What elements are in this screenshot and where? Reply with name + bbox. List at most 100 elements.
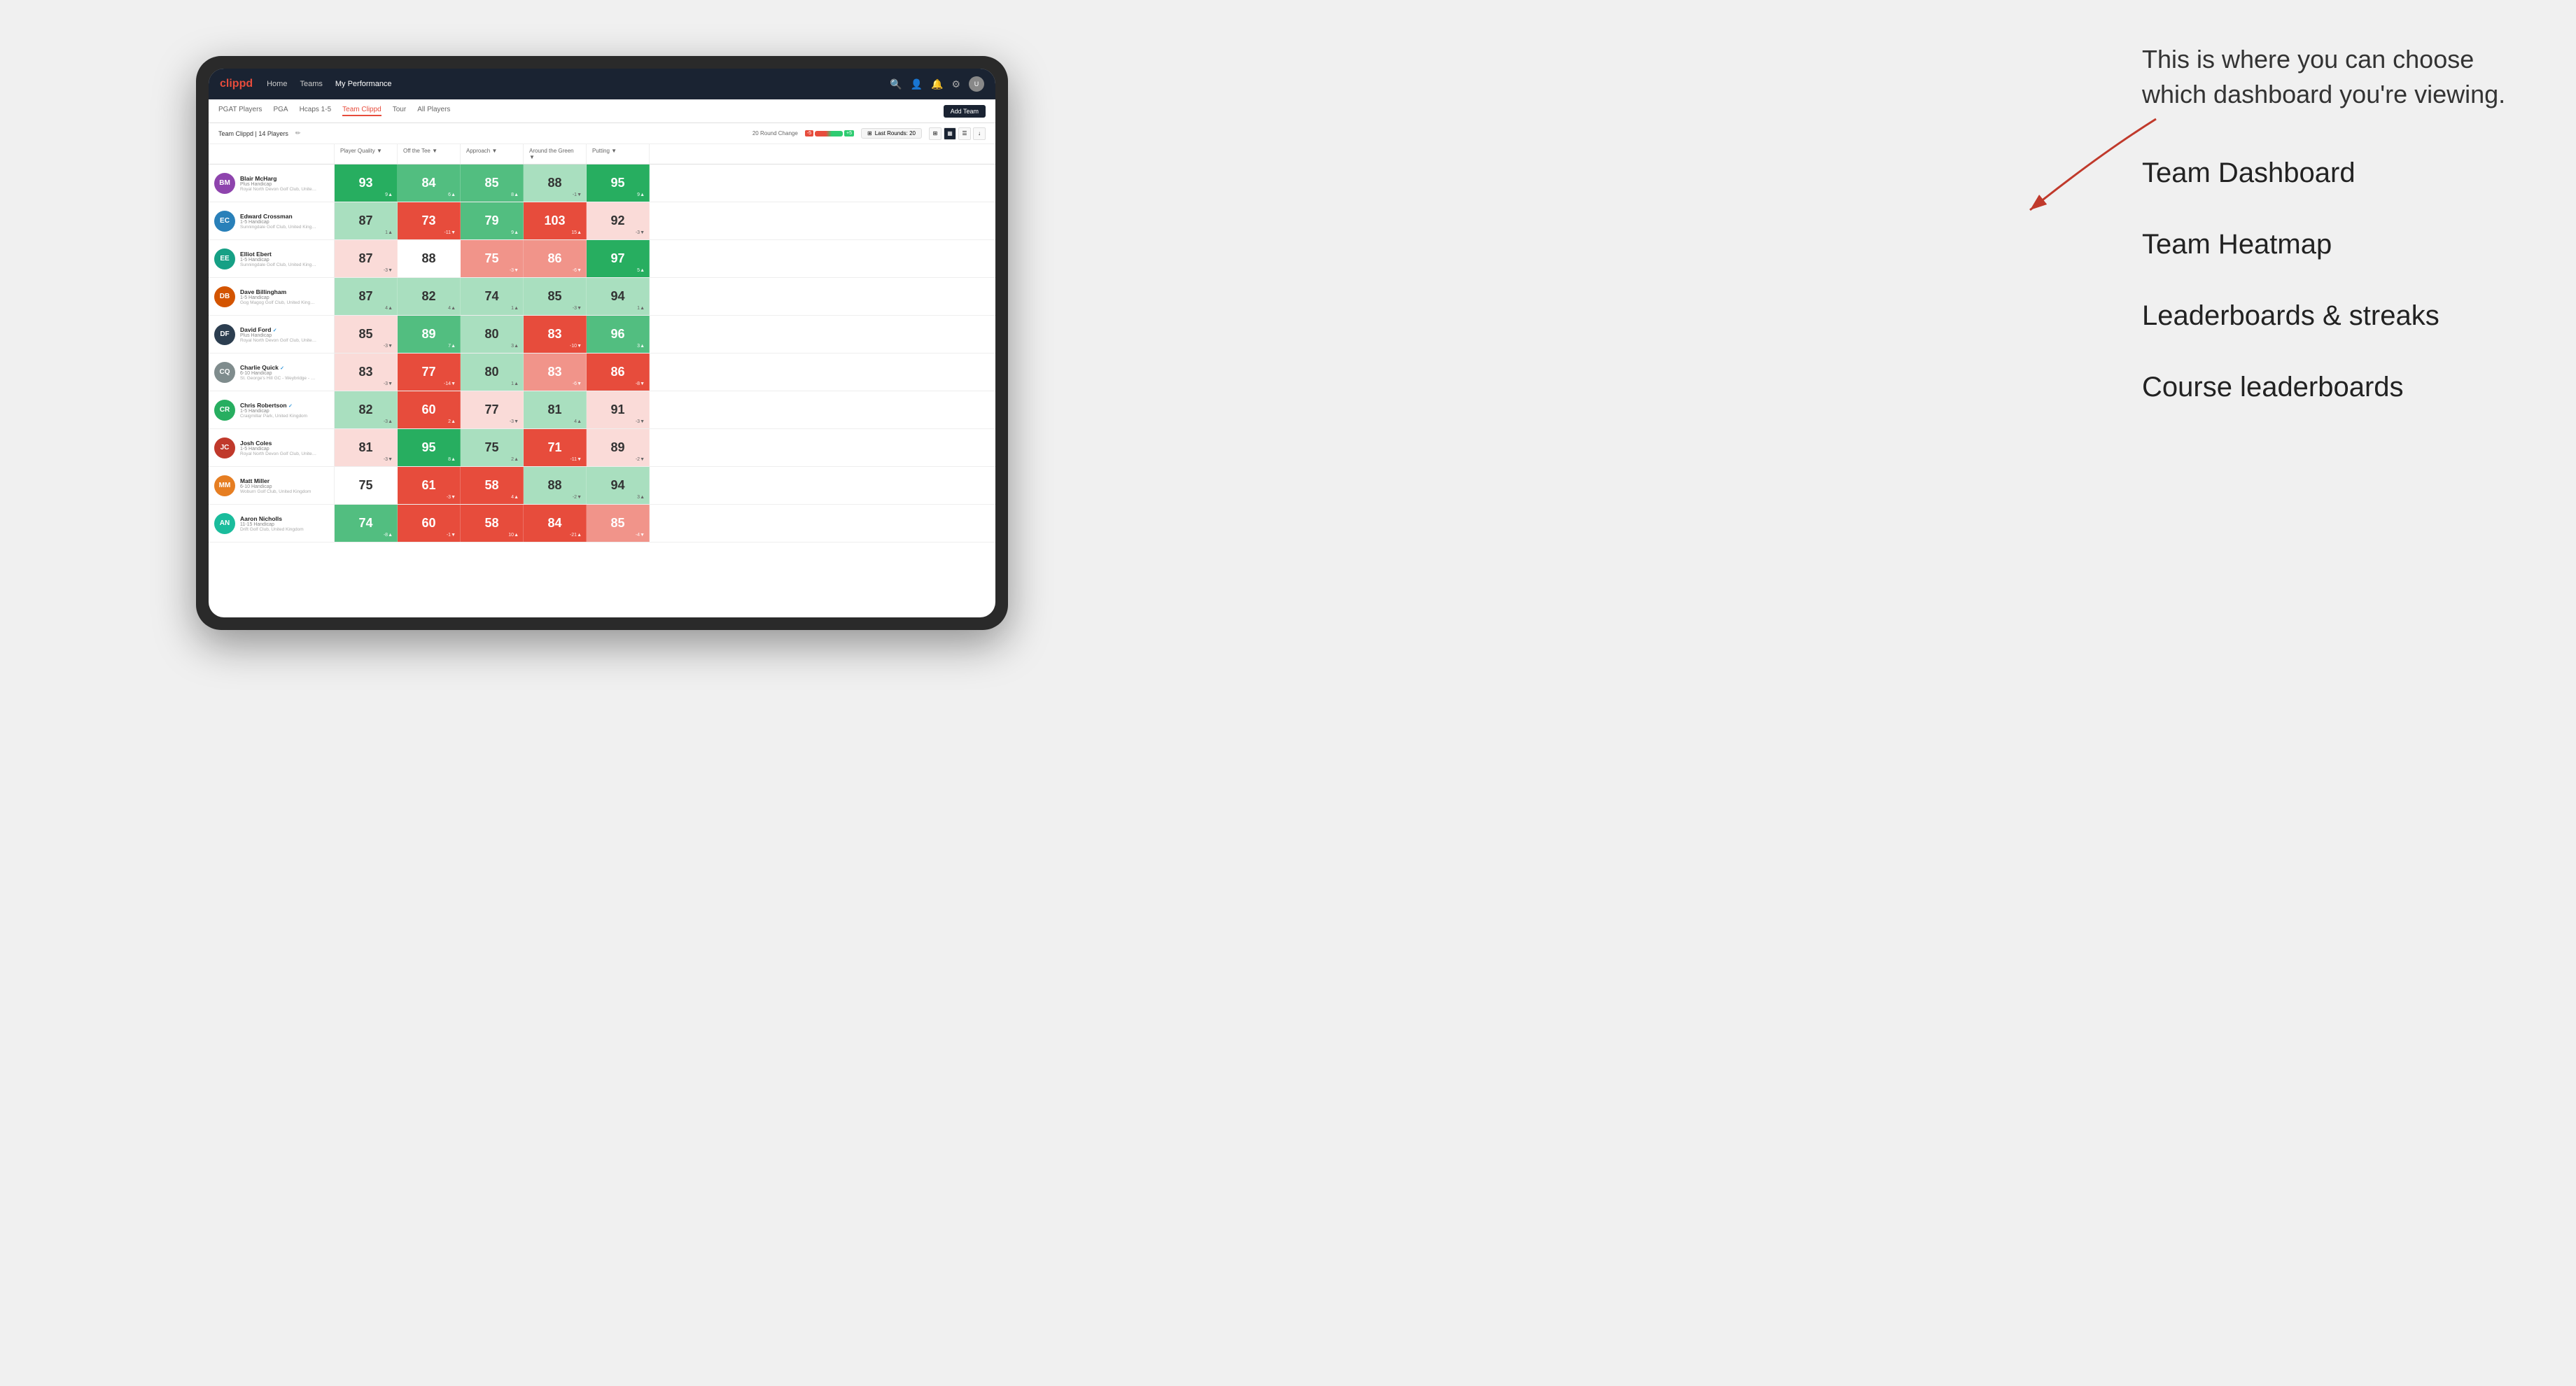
player-rows: BM Blair McHarg Plus Handicap Royal Nort…	[209, 164, 995, 542]
player-avatar-2: EE	[214, 248, 235, 270]
stat-value-6-1: 60	[421, 402, 435, 417]
stat-value-9-0: 74	[358, 516, 372, 531]
th-approach[interactable]: Approach ▼	[461, 144, 524, 164]
player-hcap-2: 1-5 Handicap	[240, 258, 317, 262]
stat-value-2-3: 86	[547, 251, 561, 266]
th-green[interactable]: Around the Green ▼	[524, 144, 587, 164]
stat-change-6-0: -3▲	[384, 419, 393, 424]
stat-cell-7-3: 71 -11▼	[524, 429, 587, 466]
stat-change-2-2: -3▼	[510, 268, 519, 273]
player-info-0[interactable]: BM Blair McHarg Plus Handicap Royal Nort…	[209, 164, 335, 202]
stat-cell-9-0: 74 -8▲	[335, 505, 398, 542]
player-info-8[interactable]: MM Matt Miller 6-10 Handicap Woburn Golf…	[209, 467, 335, 504]
grid-view-button[interactable]: ⊞	[929, 127, 941, 140]
stat-change-4-4: 3▲	[637, 344, 645, 349]
bell-icon[interactable]: 🔔	[931, 78, 943, 90]
download-button[interactable]: ↓	[973, 127, 986, 140]
stat-change-4-0: -3▼	[384, 344, 393, 349]
tablet-screen: clippd Home Teams My Performance 🔍 👤 🔔 ⚙…	[209, 69, 995, 617]
sub-header: Team Clippd | 14 Players ✏ 20 Round Chan…	[209, 123, 995, 144]
stat-value-4-4: 96	[610, 327, 624, 342]
player-club-9: Drift Golf Club, United Kingdom	[240, 527, 304, 532]
th-putting[interactable]: Putting ▼	[587, 144, 650, 164]
th-tee[interactable]: Off the Tee ▼	[398, 144, 461, 164]
nav-logo: clippd	[220, 78, 253, 90]
player-name-5: Charlie Quick ✓	[240, 364, 317, 371]
table-row: EC Edward Crossman 1-5 Handicap Sunningd…	[209, 202, 995, 240]
stat-change-9-1: -1▼	[447, 533, 456, 538]
stat-cell-3-1: 82 4▲	[398, 278, 461, 315]
user-icon[interactable]: 👤	[911, 78, 923, 90]
player-info-3[interactable]: DB Dave Billingham 1-5 Handicap Gog Mago…	[209, 278, 335, 315]
player-name-9: Aaron Nicholls	[240, 515, 304, 522]
tab-hcaps[interactable]: Hcaps 1-5	[300, 106, 332, 116]
stat-cell-7-1: 95 8▲	[398, 429, 461, 466]
player-avatar-6: CR	[214, 400, 235, 421]
nav-link-teams[interactable]: Teams	[300, 80, 322, 88]
stat-value-8-0: 75	[358, 478, 372, 493]
list-view-button[interactable]: ☰	[958, 127, 971, 140]
player-details-8: Matt Miller 6-10 Handicap Woburn Golf Cl…	[240, 477, 311, 494]
player-hcap-5: 6-10 Handicap	[240, 371, 317, 376]
stat-value-3-3: 85	[547, 289, 561, 304]
nav-bar: clippd Home Teams My Performance 🔍 👤 🔔 ⚙…	[209, 69, 995, 99]
nav-link-home[interactable]: Home	[267, 80, 287, 88]
stat-cell-9-4: 85 -4▼	[587, 505, 650, 542]
stat-change-1-2: 9▲	[511, 230, 519, 235]
player-info-4[interactable]: DF David Ford ✓ Plus Handicap Royal Nort…	[209, 316, 335, 353]
player-club-4: Royal North Devon Golf Club, United King…	[240, 338, 317, 343]
player-info-5[interactable]: CQ Charlie Quick ✓ 6-10 Handicap St. Geo…	[209, 354, 335, 391]
th-quality[interactable]: Player Quality ▼	[335, 144, 398, 164]
tab-teamclippd[interactable]: Team Clippd	[342, 106, 382, 116]
player-club-6: Craigmillar Park, United Kingdom	[240, 414, 307, 419]
tab-allplayers[interactable]: All Players	[417, 106, 450, 116]
stat-change-9-4: -4▼	[636, 533, 645, 538]
player-avatar-8: MM	[214, 475, 235, 496]
stat-cell-6-2: 77 -3▼	[461, 391, 524, 428]
stat-value-0-1: 84	[421, 176, 435, 190]
view-icons: ⊞ ▦ ☰ ↓	[929, 127, 986, 140]
player-info-2[interactable]: EE Elliot Ebert 1-5 Handicap Sunningdale…	[209, 240, 335, 277]
team-name-label: Team Clippd | 14 Players	[218, 130, 288, 137]
player-info-6[interactable]: CR Chris Robertson ✓ 1-5 Handicap Craigm…	[209, 391, 335, 428]
stat-change-1-0: 1▲	[385, 230, 393, 235]
settings-icon[interactable]: ⚙	[951, 78, 960, 90]
edit-icon[interactable]: ✏	[295, 130, 301, 137]
player-club-7: Royal North Devon Golf Club, United King…	[240, 451, 317, 456]
tablet-frame: clippd Home Teams My Performance 🔍 👤 🔔 ⚙…	[196, 56, 1008, 630]
table-header-row: Player Quality ▼ Off the Tee ▼ Approach …	[209, 144, 995, 164]
stat-value-5-1: 77	[421, 365, 435, 379]
player-name-7: Josh Coles	[240, 440, 317, 447]
player-info-1[interactable]: EC Edward Crossman 1-5 Handicap Sunningd…	[209, 202, 335, 239]
tab-pgat[interactable]: PGAT Players	[218, 106, 262, 116]
last-rounds-button[interactable]: ⊞ Last Rounds: 20	[861, 128, 922, 139]
stat-change-4-1: 7▲	[448, 344, 456, 349]
heatmap-view-button[interactable]: ▦	[944, 127, 956, 140]
stat-value-8-4: 94	[610, 478, 624, 493]
stat-change-4-3: -10▼	[570, 344, 582, 349]
stat-cell-0-1: 84 6▲	[398, 164, 461, 202]
stat-cell-1-2: 79 9▲	[461, 202, 524, 239]
player-info-9[interactable]: AN Aaron Nicholls 11-15 Handicap Drift G…	[209, 505, 335, 542]
stat-change-7-4: -2▼	[636, 457, 645, 462]
stat-change-1-1: -11▼	[444, 230, 456, 235]
user-avatar[interactable]: U	[969, 76, 984, 92]
stat-change-6-2: -3▼	[510, 419, 519, 424]
stat-change-8-4: 3▲	[637, 495, 645, 500]
stat-value-3-4: 94	[610, 289, 624, 304]
search-icon[interactable]: 🔍	[890, 78, 902, 90]
stat-change-7-2: 2▲	[511, 457, 519, 462]
stat-value-8-1: 61	[421, 478, 435, 493]
stat-value-7-0: 81	[358, 440, 372, 455]
player-hcap-9: 11-15 Handicap	[240, 522, 304, 527]
tab-tour[interactable]: Tour	[393, 106, 406, 116]
player-details-4: David Ford ✓ Plus Handicap Royal North D…	[240, 326, 317, 343]
stat-change-5-3: -6▼	[573, 382, 582, 386]
stat-cell-2-1: 88	[398, 240, 461, 277]
stat-cell-0-2: 85 8▲	[461, 164, 524, 202]
tab-pga[interactable]: PGA	[273, 106, 288, 116]
add-team-button[interactable]: Add Team	[944, 105, 986, 118]
stat-value-4-0: 85	[358, 327, 372, 342]
nav-link-myperformance[interactable]: My Performance	[335, 80, 392, 88]
player-info-7[interactable]: JC Josh Coles 1-5 Handicap Royal North D…	[209, 429, 335, 466]
